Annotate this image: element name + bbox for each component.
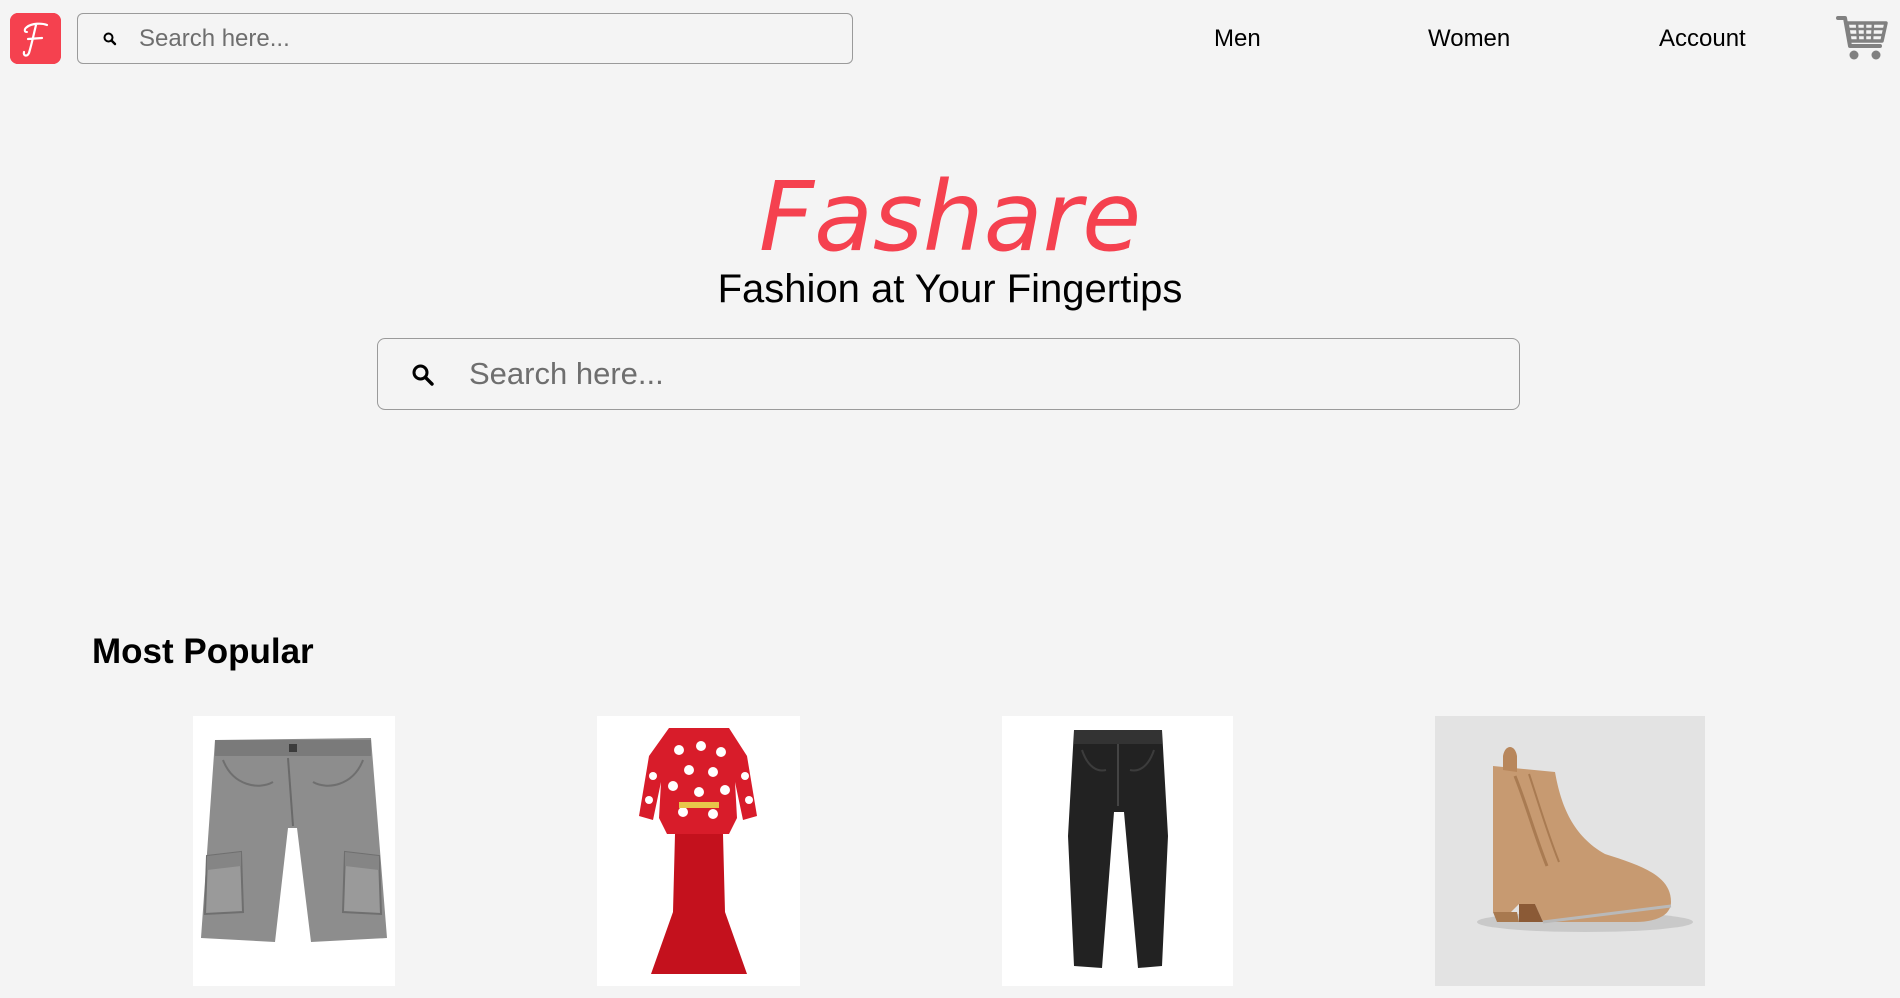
hero-search-input[interactable]: [469, 339, 1499, 409]
nav-link-account[interactable]: Account: [1659, 24, 1746, 54]
nav-link-women[interactable]: Women: [1428, 24, 1510, 54]
product-card-black-pants[interactable]: [1002, 716, 1233, 986]
search-icon[interactable]: [102, 31, 118, 47]
brand-title: Fashare: [758, 161, 1142, 273]
shopping-cart-icon: [1836, 16, 1888, 60]
header-search-input[interactable]: [139, 14, 829, 63]
product-card-ankle-boot[interactable]: [1435, 716, 1705, 986]
cargo-shorts-image: [201, 738, 387, 942]
logo-icon: [10, 13, 61, 64]
page: Men Women Account Fashare Fashion at You…: [0, 0, 1900, 998]
product-card-red-dress[interactable]: [597, 716, 800, 986]
product-card-cargo-shorts[interactable]: [193, 716, 395, 986]
hero-search-box: [377, 338, 1520, 410]
logo-button[interactable]: [10, 13, 61, 64]
cart-button[interactable]: [1836, 14, 1888, 62]
section-title: Most Popular: [92, 632, 314, 671]
tagline: Fashion at Your Fingertips: [717, 267, 1183, 311]
black-pants-image: [1068, 730, 1168, 968]
header-search-box: [77, 13, 853, 64]
search-icon[interactable]: [411, 363, 435, 387]
red-dress-image: [639, 728, 757, 974]
ankle-boot-image: [1435, 716, 1705, 986]
nav-link-men[interactable]: Men: [1214, 24, 1261, 54]
